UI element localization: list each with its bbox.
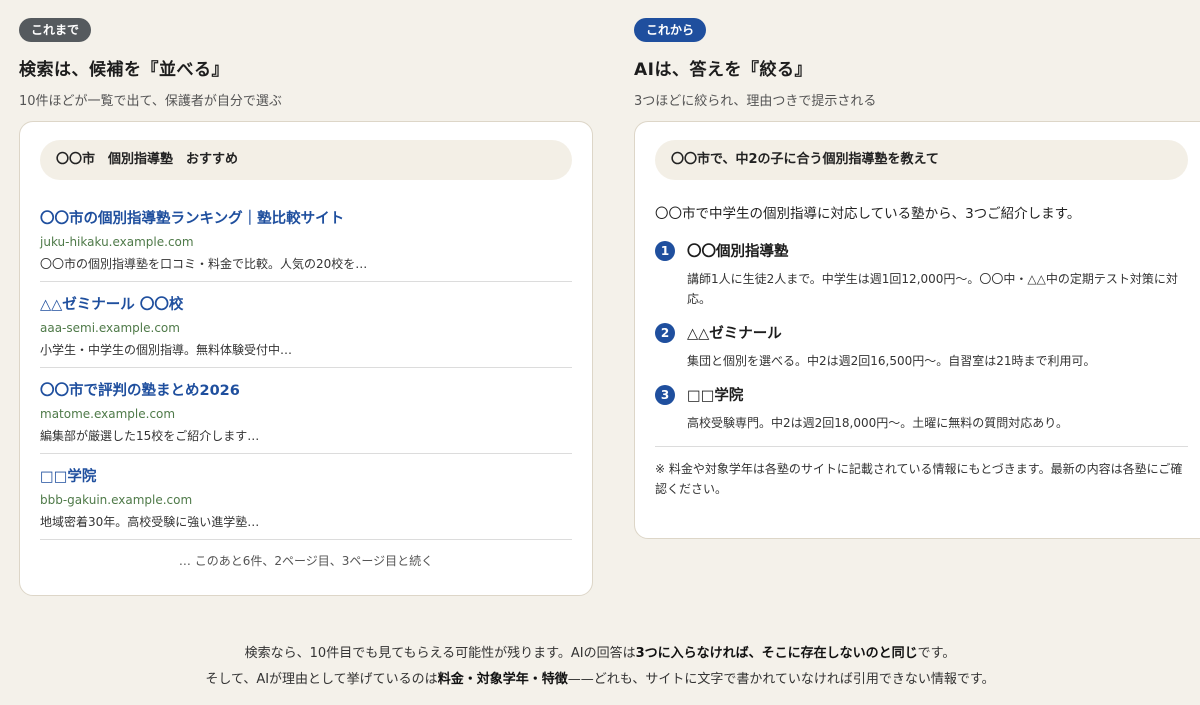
result-snippet: 〇〇市の個別指導塾を口コミ・料金で比較。人気の20校を… [40, 257, 368, 271]
summary-line-2: そして、AIが理由として挙げているのは料金・対象学年・特徴——どれも、サイトに文… [0, 667, 1200, 693]
summary-line-1: 検索なら、10件目でも見てもらえる可能性が残ります。AIの回答は3つに入らなけれ… [0, 641, 1200, 667]
ai-query: 〇〇市で、中2の子に合う個別指導塾を教えて [655, 140, 1188, 180]
result-url: juku-hikaku.example.com [40, 235, 194, 249]
after-badge: これから [634, 18, 707, 42]
summary-footer: 検索なら、10件目でも見てもらえる可能性が残ります。AIの回答は3つに入らなけれ… [0, 641, 1200, 693]
number-badge: 2 [655, 323, 675, 343]
ai-answer-item: 2 △△ゼミナール 集団と個別を選べる。中2は週2回16,500円〜。自習室は2… [655, 322, 1199, 371]
result-title-link[interactable]: □□学院 [40, 465, 572, 486]
result-title-link[interactable]: 〇〇市で評判の塾まとめ2026 [40, 379, 572, 400]
ai-answer-list: 1 〇〇個別指導塾 講師1人に生徒2人まで。中学生は週1回12,000円〜。〇〇… [655, 240, 1199, 433]
result-title-link[interactable]: 〇〇市の個別指導塾ランキング｜塾比較サイト [40, 207, 572, 228]
search-query: 〇〇市 個別指導塾 おすすめ [40, 140, 572, 180]
ai-answer-intro: 〇〇市で中学生の個別指導に対応している塾から、3つご紹介します。 [655, 206, 1081, 222]
after-heading: AIは、答えを『絞る』 [634, 60, 812, 80]
search-results-card: 〇〇市 個別指導塾 おすすめ 〇〇市の個別指導塾ランキング｜塾比較サイト juk… [19, 121, 593, 596]
search-result: △△ゼミナール 〇〇校 aaa-semi.example.com 小学生・中学生… [40, 282, 572, 368]
before-column: これまで 検索は、候補を『並べる』 10件ほどが一覧で出て、保護者が自分で選ぶ [19, 18, 593, 109]
number-badge: 3 [655, 385, 675, 405]
ai-answer-item: 3 □□学院 高校受験専門。中2は週2回18,000円〜。土曜に無料の質問対応あ… [655, 384, 1199, 433]
after-subheading: 3つほどに絞られ、理由つきで提示される [634, 94, 877, 109]
result-snippet: 地域密着30年。高校受験に強い進学塾… [40, 515, 260, 529]
before-badge: これまで [19, 18, 92, 42]
answer-name: 〇〇個別指導塾 [687, 244, 789, 260]
divider [655, 446, 1188, 447]
result-snippet: 編集部が厳選した15校をご紹介します… [40, 429, 260, 443]
number-badge: 1 [655, 241, 675, 261]
ai-answer-card: 〇〇市で、中2の子に合う個別指導塾を教えて 〇〇市で中学生の個別指導に対応してい… [634, 121, 1200, 539]
answer-description: 講師1人に生徒2人まで。中学生は週1回12,000円〜。〇〇中・△△中の定期テス… [687, 272, 1178, 306]
summary-emphasis: 3つに入らなければ、そこに存在しないのと同じ [635, 646, 918, 661]
summary-text: です。 [917, 646, 956, 661]
answer-description: 高校受験専門。中2は週2回18,000円〜。土曜に無料の質問対応あり。 [687, 416, 1069, 430]
result-title-link[interactable]: △△ゼミナール 〇〇校 [40, 293, 572, 314]
answer-name: △△ゼミナール [687, 326, 782, 342]
ai-answer-item: 1 〇〇個別指導塾 講師1人に生徒2人まで。中学生は週1回12,000円〜。〇〇… [655, 240, 1199, 309]
summary-emphasis: 料金・対象学年・特徴 [437, 672, 568, 687]
search-result: 〇〇市で評判の塾まとめ2026 matome.example.com 編集部が厳… [40, 368, 572, 454]
result-url: bbb-gakuin.example.com [40, 493, 193, 507]
result-snippet: 小学生・中学生の個別指導。無料体験受付中… [40, 343, 293, 357]
summary-text: ——どれも、サイトに文字で書かれていなければ引用できない情報です。 [567, 672, 995, 687]
source-note: ※ 料金や対象学年は各塾のサイトに記載されている情報にもとづきます。最新の内容は… [655, 462, 1183, 496]
answer-description: 集団と個別を選べる。中2は週2回16,500円〜。自習室は21時まで利用可。 [687, 354, 1096, 368]
search-results-list: 〇〇市の個別指導塾ランキング｜塾比較サイト juku-hikaku.exampl… [40, 196, 572, 540]
search-result: □□学院 bbb-gakuin.example.com 地域密着30年。高校受験… [40, 454, 572, 540]
answer-name: □□学院 [687, 388, 744, 404]
search-result: 〇〇市の個別指導塾ランキング｜塾比較サイト juku-hikaku.exampl… [40, 196, 572, 282]
result-url: matome.example.com [40, 407, 176, 421]
before-heading: 検索は、候補を『並べる』 [19, 60, 229, 80]
more-results-note: … このあと6件、2ページ目、3ページ目と続く [178, 554, 434, 568]
before-subheading: 10件ほどが一覧で出て、保護者が自分で選ぶ [19, 94, 282, 109]
summary-text: 検索なら、10件目でも見てもらえる可能性が残ります。AIの回答は [244, 646, 636, 661]
summary-text: そして、AIが理由として挙げているのは [205, 672, 438, 687]
after-column: これから AIは、答えを『絞る』 3つほどに絞られ、理由つきで提示される [634, 18, 1200, 109]
result-url: aaa-semi.example.com [40, 321, 180, 335]
